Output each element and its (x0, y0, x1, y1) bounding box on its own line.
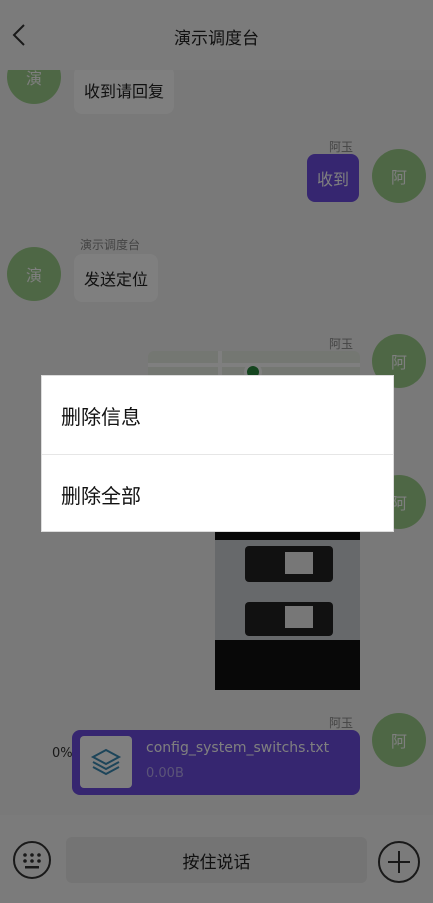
delete-message-option[interactable]: 删除信息 (42, 376, 393, 454)
context-menu: 删除信息 删除全部 (41, 375, 394, 532)
delete-all-option[interactable]: 删除全部 (42, 455, 393, 533)
